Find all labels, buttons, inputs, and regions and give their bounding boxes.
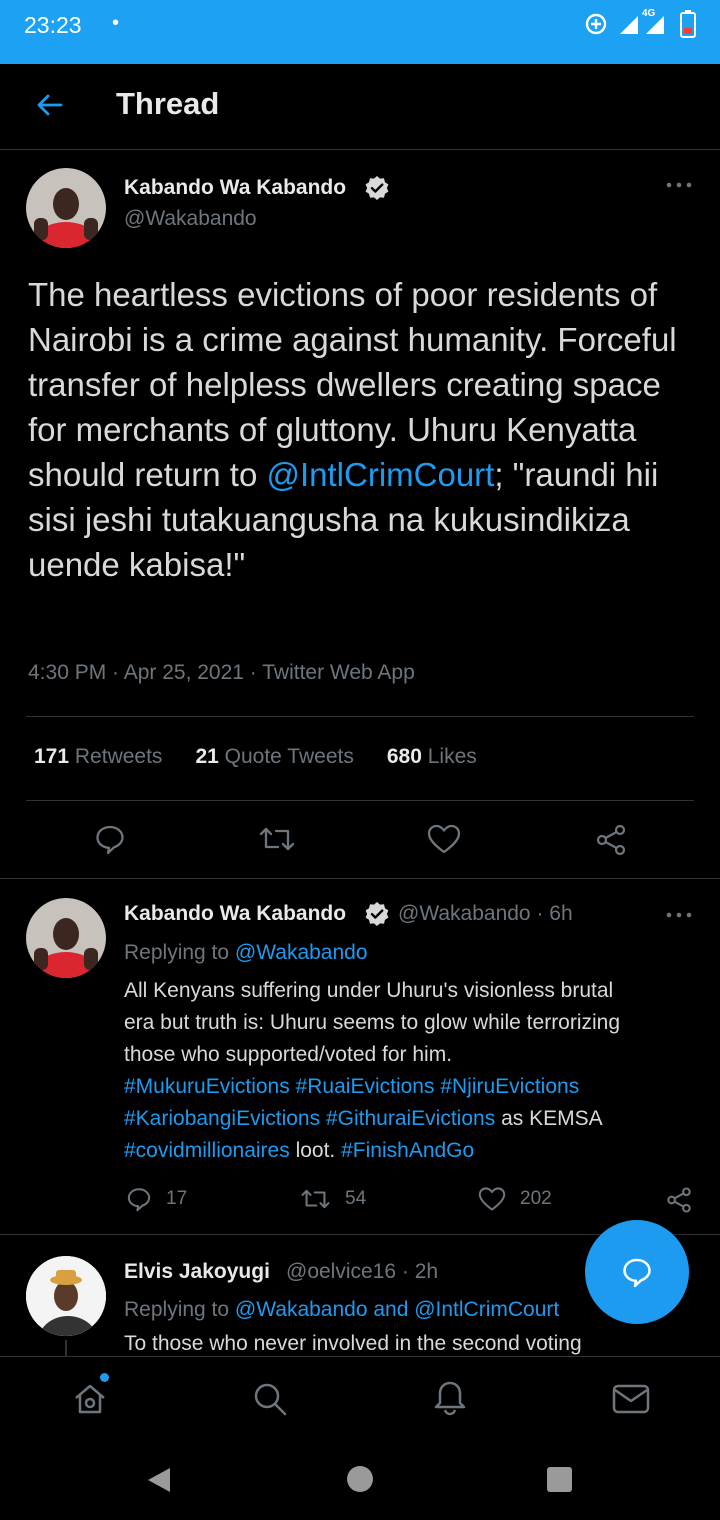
- divider: [26, 800, 694, 801]
- hashtag-link[interactable]: #MukuruEvictions: [124, 1075, 290, 1098]
- more-options-icon[interactable]: [666, 910, 692, 920]
- share-icon[interactable]: [594, 823, 628, 857]
- likes-stat[interactable]: 680 Likes: [387, 745, 477, 769]
- reply-text-line: era but truth is: Uhuru seems to glow wh…: [124, 1011, 621, 1034]
- battery-low-icon: [680, 10, 696, 38]
- avatar-image: [26, 898, 106, 978]
- retweets-count: 171: [34, 745, 70, 768]
- reply-text: To those who never involved in the secon…: [124, 1332, 582, 1355]
- status-bar: 23:23 • 4G: [0, 0, 720, 64]
- avatar-image: [26, 168, 106, 248]
- system-home-button[interactable]: [347, 1466, 373, 1492]
- thread-header: Thread: [0, 64, 720, 150]
- tweet-stats: 171 Retweets 21 Quote Tweets 680 Likes: [34, 745, 477, 769]
- hashtag-link[interactable]: #NjiruEvictions: [440, 1075, 579, 1098]
- hashtag-line: #covidmillionaires loot. #FinishAndGo: [124, 1135, 704, 1167]
- retweet-count-button[interactable]: 54: [300, 1186, 366, 1212]
- verified-badge-icon: [365, 176, 389, 200]
- avatar-image: [26, 1256, 106, 1336]
- arrow-left-icon[interactable]: [34, 90, 64, 120]
- tweet-text: The heartless evictions of poor resident…: [28, 272, 698, 587]
- quote-tweets-stat[interactable]: 21 Quote Tweets: [195, 745, 353, 769]
- quotes-label: Quote Tweets: [224, 745, 354, 768]
- retweets-label: Retweets: [74, 745, 163, 768]
- divider: [0, 878, 720, 879]
- page-title: Thread: [116, 86, 220, 121]
- like-icon: [478, 1187, 506, 1211]
- bottom-navigation: [0, 1356, 720, 1440]
- divider: [26, 716, 694, 717]
- replying-to-prefix: Replying to: [124, 1298, 230, 1321]
- replying-to-prefix: Replying to: [124, 941, 230, 964]
- compose-reply-icon: [623, 1258, 651, 1288]
- hashtag-link[interactable]: #KariobangiEvictions: [124, 1107, 320, 1130]
- system-back-icon[interactable]: [146, 1466, 172, 1494]
- hashtag-line: #MukuruEvictions #RuaiEvictions #NjiruEv…: [124, 1071, 704, 1103]
- like-count-button[interactable]: 202: [478, 1186, 552, 1212]
- hashtag-link[interactable]: #covidmillionaires: [124, 1139, 290, 1162]
- hashtag-link[interactable]: #FinishAndGo: [341, 1139, 474, 1162]
- retweets-stat[interactable]: 171 Retweets: [34, 745, 162, 769]
- reply-author-avatar[interactable]: [26, 1256, 106, 1336]
- author-name[interactable]: Kabando Wa Kabando: [124, 176, 346, 200]
- reply-count: 17: [166, 1188, 188, 1209]
- reply-handle-time: @oelvice16 · 2h: [286, 1260, 439, 1283]
- reply-icon: [127, 1188, 151, 1212]
- reply-count-button[interactable]: 17: [126, 1186, 187, 1212]
- system-recents-button[interactable]: [547, 1467, 572, 1492]
- home-icon[interactable]: [72, 1381, 108, 1417]
- data-saver-icon: [585, 13, 607, 35]
- signal-icon: [620, 16, 638, 34]
- replying-to-link[interactable]: @Wakabando: [235, 941, 368, 964]
- reply-text-part: loot.: [295, 1139, 336, 1162]
- retweet-icon: [301, 1189, 330, 1209]
- author-handle[interactable]: @Wakabando: [124, 207, 257, 231]
- signal-4g-icon: [646, 16, 664, 34]
- hashtag-link[interactable]: #RuaiEvictions: [296, 1075, 435, 1098]
- hashtag-link[interactable]: #GithuraiEvictions: [326, 1107, 495, 1130]
- retweet-icon[interactable]: [258, 823, 296, 855]
- like-icon[interactable]: [427, 823, 461, 855]
- replying-to: Replying to @Wakabando: [124, 941, 368, 965]
- notifications-icon[interactable]: [432, 1379, 468, 1417]
- mention-link[interactable]: @IntlCrimCourt: [266, 456, 494, 493]
- retweet-count: 54: [345, 1188, 367, 1209]
- notification-dot: •: [112, 12, 120, 34]
- like-count: 202: [520, 1188, 552, 1209]
- reply-text-line: All Kenyans suffering under Uhuru's visi…: [124, 979, 614, 1002]
- messages-icon[interactable]: [612, 1383, 650, 1415]
- hashtag-line: #KariobangiEvictions #GithuraiEvictions …: [124, 1103, 704, 1135]
- compose-reply-button[interactable]: [585, 1220, 689, 1324]
- reply-icon[interactable]: [94, 823, 126, 855]
- tweet-meta[interactable]: 4:30 PM · Apr 25, 2021 · Twitter Web App: [28, 661, 415, 685]
- more-options-icon[interactable]: [666, 180, 692, 190]
- replying-to: Replying to @Wakabando and @IntlCrimCour…: [124, 1298, 559, 1322]
- likes-label: Likes: [427, 745, 477, 768]
- status-time: 23:23: [24, 12, 82, 38]
- reply-handle-time: @Wakabando · 6h: [398, 902, 573, 925]
- replying-to-link[interactable]: @Wakabando and @IntlCrimCourt: [235, 1298, 559, 1321]
- reply-text-line: those who supported/voted for him.: [124, 1043, 453, 1066]
- system-navigation-bar: [0, 1440, 720, 1520]
- reply-text-part: as KEMSA: [501, 1107, 603, 1130]
- thread-line: [65, 1340, 67, 1356]
- likes-count: 680: [386, 745, 422, 768]
- reply-author-avatar[interactable]: [26, 898, 106, 978]
- reply-author-name[interactable]: Elvis Jakoyugi: [124, 1260, 270, 1284]
- reply-text: All Kenyans suffering under Uhuru's visi…: [124, 975, 704, 1167]
- verified-badge-icon: [365, 902, 389, 926]
- author-avatar[interactable]: [26, 168, 106, 248]
- reply-author-name[interactable]: Kabando Wa Kabando: [124, 902, 346, 926]
- share-icon[interactable]: [665, 1186, 693, 1214]
- quotes-count: 21: [195, 745, 219, 768]
- search-icon[interactable]: [252, 1381, 288, 1417]
- new-content-dot: [100, 1373, 109, 1382]
